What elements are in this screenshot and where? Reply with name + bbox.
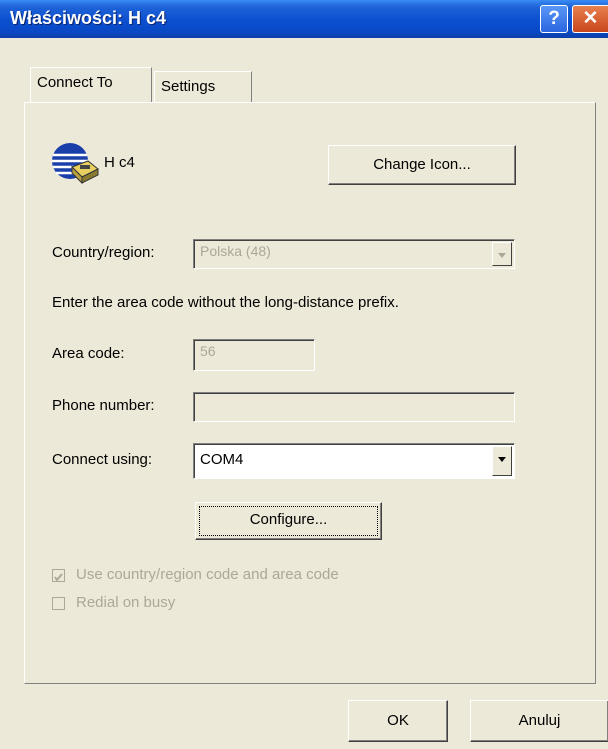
connection-name: H c4 [104, 154, 135, 171]
area-code-instruction: Enter the area code without the long-dis… [52, 294, 399, 311]
help-icon: ? [548, 8, 560, 29]
window-title: Właściwości: H c4 [10, 8, 167, 28]
redial-label: Redial on busy [76, 594, 176, 611]
country-select[interactable]: Polska (48) [193, 239, 515, 269]
close-button[interactable]: ✕ [572, 5, 608, 33]
area-code-input[interactable]: 56 [193, 339, 315, 371]
title-bar[interactable]: Właściwości: H c4 ? ✕ [0, 0, 608, 38]
checkmark-icon [54, 573, 63, 582]
chevron-down-icon[interactable] [492, 446, 512, 476]
connect-using-label: Connect using: [52, 451, 153, 468]
phone-number-input[interactable] [193, 392, 515, 422]
use-country-label: Use country/region code and area code [76, 566, 339, 583]
country-label: Country/region: [52, 244, 155, 261]
country-value: Polska (48) [200, 243, 271, 259]
configure-button[interactable]: Configure... [195, 502, 382, 540]
use-country-checkbox[interactable] [52, 569, 65, 582]
area-code-label: Area code: [52, 345, 125, 362]
tab-settings[interactable]: Settings [154, 71, 252, 102]
connect-using-value: COM4 [200, 451, 244, 468]
cancel-button[interactable]: Anuluj [470, 700, 608, 742]
connect-using-select[interactable]: COM4 [193, 443, 515, 479]
close-icon: ✕ [582, 8, 599, 29]
properties-dialog: Właściwości: H c4 ? ✕ Connect To Setting… [0, 0, 608, 749]
chevron-down-icon[interactable] [492, 242, 512, 266]
help-button[interactable]: ? [540, 5, 568, 33]
phone-number-label: Phone number: [52, 397, 155, 414]
ok-button[interactable]: OK [348, 700, 448, 742]
redial-checkbox[interactable] [52, 597, 65, 610]
tab-connect-to[interactable]: Connect To [30, 67, 152, 102]
change-icon-button[interactable]: Change Icon... [328, 145, 516, 185]
